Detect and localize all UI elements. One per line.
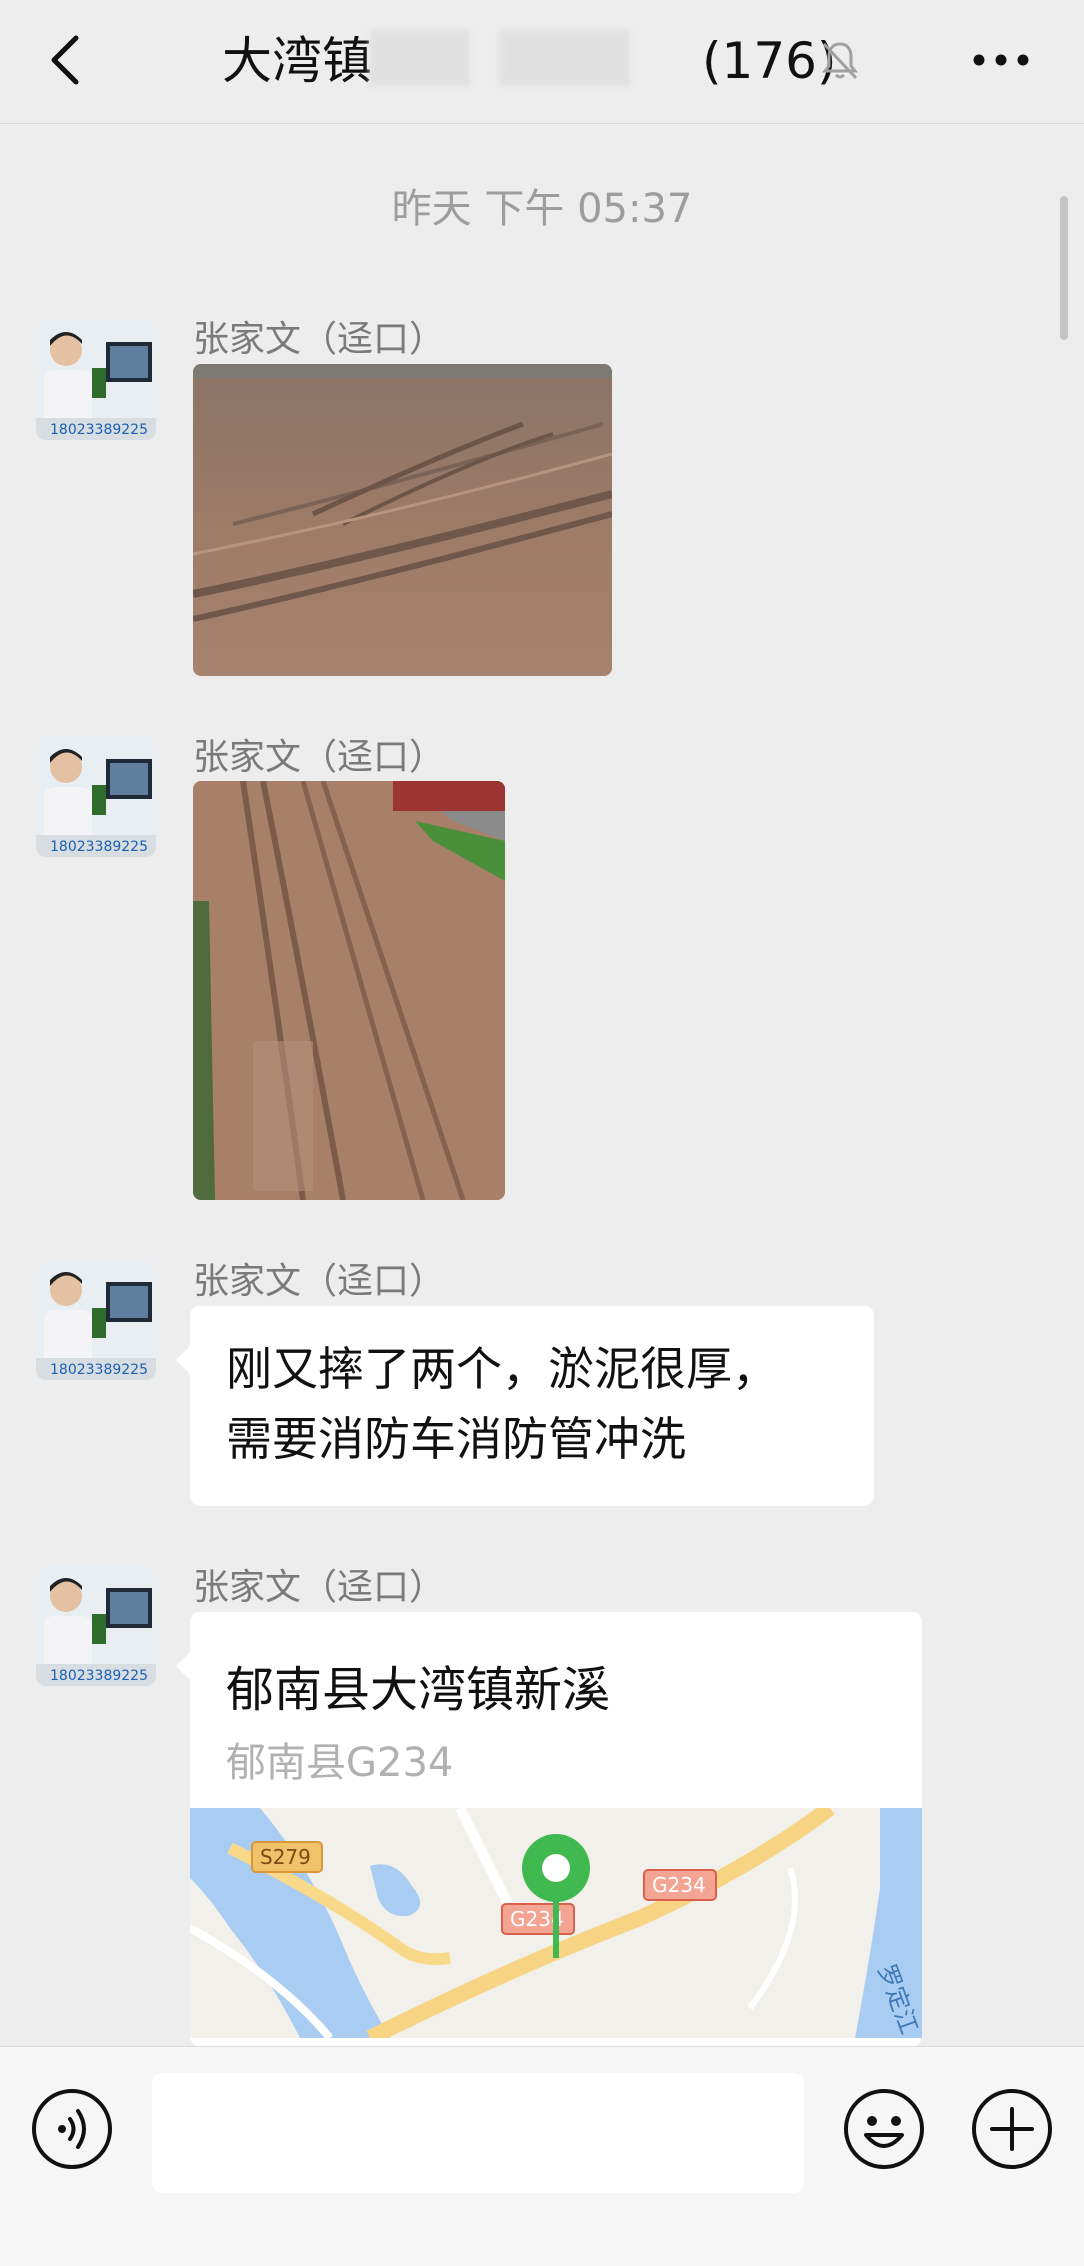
message-text: 刚又摔了两个，淤泥很厚， 需要消防车消防管冲洗 (226, 1342, 778, 1466)
muddy-road-tracks-photo[interactable] (193, 781, 505, 1200)
plus-icon (972, 2089, 1052, 2169)
voice-button[interactable] (30, 2087, 114, 2171)
message-input[interactable] (152, 2073, 804, 2193)
location-map[interactable]: S279 G234 G234 罗定江 (190, 1808, 922, 2038)
bell-off-icon (818, 38, 862, 82)
avatar-caption: 18023389225 (50, 839, 148, 855)
more-button[interactable] (968, 30, 1034, 90)
sender-name: 张家文（迳口） (193, 319, 446, 360)
member-count: (176) (702, 32, 837, 90)
emoji-button[interactable] (842, 2087, 926, 2171)
avatar-caption: 18023389225 (50, 1668, 148, 1684)
road-label-g234: G234 (643, 1869, 717, 1901)
plus-button[interactable] (970, 2087, 1054, 2171)
road-label-s279: S279 (251, 1841, 323, 1873)
location-message-card[interactable]: 郁南县大湾镇新溪 郁南县G234 S279 G234 G234 罗定江 (176, 1612, 922, 2046)
svg-text:S279: S279 (260, 1845, 311, 1869)
chevron-left-icon (51, 35, 79, 85)
avatar[interactable]: 18023389225 (36, 1260, 156, 1380)
voice-icon (32, 2089, 112, 2169)
sender-name: 张家文（迳口） (193, 1261, 446, 1302)
chat-header: 大湾镇 (176) (0, 0, 1084, 124)
input-bar (0, 2046, 1084, 2266)
avatar[interactable]: 18023389225 (36, 320, 156, 440)
avatar[interactable]: 18023389225 (36, 1566, 156, 1686)
muddy-road-photo[interactable] (193, 364, 612, 676)
redacted-area (370, 30, 470, 86)
avatar-caption: 18023389225 (50, 1362, 148, 1378)
emoji-icon (844, 2089, 924, 2169)
scrollbar[interactable] (1060, 196, 1068, 340)
sender-name: 张家文（迳口） (193, 737, 446, 778)
text-message-bubble[interactable]: 刚又摔了两个，淤泥很厚， 需要消防车消防管冲洗 (176, 1306, 874, 1506)
sender-name: 张家文（迳口） (193, 1567, 446, 1608)
message-timestamp: 昨天 下午 05:37 (391, 186, 693, 232)
avatar-caption: 18023389225 (50, 422, 148, 438)
redacted-area (500, 30, 630, 86)
chat-title-left: 大湾镇 (222, 32, 372, 90)
location-subtitle: 郁南县G234 (226, 1740, 454, 1786)
location-title: 郁南县大湾镇新溪 (226, 1662, 611, 1718)
svg-text:G234: G234 (652, 1873, 706, 1897)
road-label-g234: G234 (501, 1903, 575, 1935)
back-button[interactable] (40, 30, 100, 90)
more-icon (973, 54, 1029, 66)
avatar[interactable]: 18023389225 (36, 737, 156, 857)
